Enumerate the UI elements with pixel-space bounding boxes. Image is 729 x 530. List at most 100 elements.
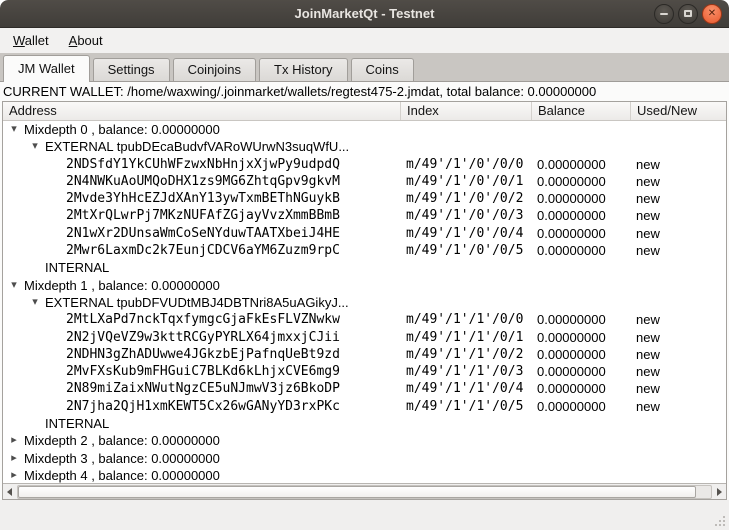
row-label: EXTERNAL tpubDEcaBudvfVARoWUrwN3suqWfU..…	[45, 138, 349, 155]
table-row[interactable]: 2N1wXr2DUnsaWmCoSeNYduwTAATXbeiJ4HE m/49…	[3, 225, 726, 242]
row-label: 2N4NWKuAoUMQoDHX1zs9MG6ZhtqGpv9gkvM	[66, 173, 340, 190]
status-cell: new	[630, 398, 726, 415]
menubar: Wallet About	[0, 28, 729, 53]
column-header-index[interactable]: Index	[400, 102, 531, 120]
table-row[interactable]: ▸ Mixdepth 4 , balance: 0.00000000	[3, 467, 726, 483]
status-cell: new	[630, 329, 726, 346]
close-icon: ✕	[708, 9, 716, 19]
table-row[interactable]: ▾ Mixdepth 1 , balance: 0.00000000	[3, 277, 726, 294]
table-row[interactable]: ▾ EXTERNAL tpubDFVUDtMBJ4DBTNri8A5uAGiky…	[3, 294, 726, 311]
index-cell	[400, 294, 531, 311]
tab-tx-history[interactable]: Tx History	[259, 58, 348, 81]
table-row[interactable]: ▸ Mixdepth 2 , balance: 0.00000000	[3, 432, 726, 449]
expander-icon[interactable]: ▸	[4, 467, 24, 483]
status-cell	[630, 121, 726, 138]
table-row[interactable]: 2N2jVQeVZ9w3kttRCGyPYRLX64jmxxjCJii m/49…	[3, 329, 726, 346]
balance-cell: 0.00000000	[531, 156, 630, 173]
index-cell	[400, 432, 531, 449]
table-row[interactable]: INTERNAL	[3, 259, 726, 276]
address-cell: 2MvFXsKub9mFHGuiC7BLKd6kLhjxCVE6mg9	[3, 363, 400, 380]
expander-icon[interactable]: ▾	[25, 138, 45, 155]
column-header-address[interactable]: Address	[3, 102, 400, 120]
balance-cell: 0.00000000	[531, 346, 630, 363]
balance-cell: 0.00000000	[531, 311, 630, 328]
table-row[interactable]: ▸ Mixdepth 3 , balance: 0.00000000	[3, 450, 726, 467]
index-cell: m/49'/1'/0'/0/0	[400, 156, 531, 173]
address-cell: 2N4NWKuAoUMQoDHX1zs9MG6ZhtqGpv9gkvM	[3, 173, 400, 190]
index-cell	[400, 259, 531, 276]
balance-cell: 0.00000000	[531, 380, 630, 397]
table-row[interactable]: 2N7jha2QjH1xmKEWT5Cx26wGANyYD3rxPKc m/49…	[3, 398, 726, 415]
table-row[interactable]: 2MvFXsKub9mFHGuiC7BLKd6kLhjxCVE6mg9 m/49…	[3, 363, 726, 380]
scrollbar-thumb[interactable]	[18, 486, 696, 498]
wallet-tab-pane: CURRENT WALLET: /home/waxwing/.joinmarke…	[0, 82, 729, 500]
tab-coinjoins[interactable]: Coinjoins	[173, 58, 256, 81]
expander-icon[interactable]: ▾	[25, 294, 45, 311]
close-button[interactable]: ✕	[702, 4, 722, 24]
index-cell: m/49'/1'/0'/0/4	[400, 225, 531, 242]
address-cell: 2N2jVQeVZ9w3kttRCGyPYRLX64jmxxjCJii	[3, 329, 400, 346]
balance-cell	[531, 450, 630, 467]
menu-wallet[interactable]: Wallet	[4, 30, 58, 51]
address-cell: ▾ Mixdepth 0 , balance: 0.00000000	[3, 121, 400, 138]
row-label: Mixdepth 2 , balance: 0.00000000	[24, 432, 220, 449]
window-title: JoinMarketQt - Testnet	[295, 6, 435, 21]
tab-jm-wallet[interactable]: JM Wallet	[3, 55, 90, 82]
table-row[interactable]: 2N4NWKuAoUMQoDHX1zs9MG6ZhtqGpv9gkvM m/49…	[3, 173, 726, 190]
tab-settings[interactable]: Settings	[93, 58, 170, 81]
status-cell	[630, 432, 726, 449]
table-row[interactable]: 2N89miZaixNWutNgzCE5uNJmwV3jz6BkoDP m/49…	[3, 380, 726, 397]
resize-grip-icon[interactable]	[712, 513, 726, 527]
maximize-button[interactable]	[678, 4, 698, 24]
table-row[interactable]: ▾ Mixdepth 0 , balance: 0.00000000	[3, 121, 726, 138]
expander-icon[interactable]: ▸	[4, 432, 24, 449]
table-row[interactable]: 2NDSfdY1YkCUhWFzwxNbHnjxXjwPy9udpdQ m/49…	[3, 156, 726, 173]
status-cell: new	[630, 225, 726, 242]
address-cell: 2N89miZaixNWutNgzCE5uNJmwV3jz6BkoDP	[3, 380, 400, 397]
index-cell: m/49'/1'/1'/0/5	[400, 398, 531, 415]
balance-cell: 0.00000000	[531, 190, 630, 207]
address-cell: ▸ Mixdepth 4 , balance: 0.00000000	[3, 467, 400, 483]
table-row[interactable]: ▾ EXTERNAL tpubDEcaBudvfVARoWUrwN3suqWfU…	[3, 138, 726, 155]
scrollbar-track[interactable]	[17, 485, 712, 499]
table-row[interactable]: INTERNAL	[3, 415, 726, 432]
horizontal-scrollbar[interactable]	[3, 483, 726, 499]
balance-cell: 0.00000000	[531, 207, 630, 224]
expander-icon[interactable]: ▾	[4, 121, 24, 138]
expander-icon[interactable]: ▸	[4, 450, 24, 467]
index-cell	[400, 138, 531, 155]
column-header-balance[interactable]: Balance	[531, 102, 630, 120]
row-label: 2N7jha2QjH1xmKEWT5Cx26wGANyYD3rxPKc	[66, 398, 340, 415]
address-cell: 2Mvde3YhHcEZJdXAnY13ywTxmBEThNGuykB	[3, 190, 400, 207]
row-label: Mixdepth 1 , balance: 0.00000000	[24, 277, 220, 294]
scroll-left-button[interactable]	[3, 485, 16, 499]
minimize-button[interactable]	[654, 4, 674, 24]
address-cell: 2N7jha2QjH1xmKEWT5Cx26wGANyYD3rxPKc	[3, 398, 400, 415]
table-row[interactable]: 2Mwr6LaxmDc2k7EunjCDCV6aYM6Zuzm9rpC m/49…	[3, 242, 726, 259]
index-cell	[400, 277, 531, 294]
menu-about[interactable]: About	[60, 30, 112, 51]
balance-cell	[531, 259, 630, 276]
table-row[interactable]: 2MtLXaPd7nckTqxfymgcGjaFkEsFLVZNwkw m/49…	[3, 311, 726, 328]
scroll-right-button[interactable]	[713, 485, 726, 499]
tree-header: Address Index Balance Used/New	[3, 102, 726, 121]
status-cell: new	[630, 380, 726, 397]
tab-coins[interactable]: Coins	[351, 58, 414, 81]
table-row[interactable]: 2Mvde3YhHcEZJdXAnY13ywTxmBEThNGuykB m/49…	[3, 190, 726, 207]
address-cell: ▾ EXTERNAL tpubDEcaBudvfVARoWUrwN3suqWfU…	[3, 138, 400, 155]
row-label: 2Mvde3YhHcEZJdXAnY13ywTxmBEThNGuykB	[66, 190, 340, 207]
balance-cell	[531, 138, 630, 155]
address-cell: 2N1wXr2DUnsaWmCoSeNYduwTAATXbeiJ4HE	[3, 225, 400, 242]
index-cell	[400, 450, 531, 467]
table-row[interactable]: 2NDHN3gZhADUwwe4JGkzbEjPafnqUeBt9zd m/49…	[3, 346, 726, 363]
status-cell	[630, 415, 726, 432]
balance-cell	[531, 467, 630, 483]
minimize-icon	[660, 13, 668, 15]
column-header-used-new[interactable]: Used/New	[630, 102, 726, 120]
current-wallet-banner: CURRENT WALLET: /home/waxwing/.joinmarke…	[2, 82, 727, 101]
expander-icon[interactable]: ▾	[4, 277, 24, 294]
status-cell: new	[630, 363, 726, 380]
status-cell	[630, 259, 726, 276]
table-row[interactable]: 2MtXrQLwrPj7MKzNUFAfZGjayVvzXmmBBmB m/49…	[3, 207, 726, 224]
status-cell	[630, 294, 726, 311]
